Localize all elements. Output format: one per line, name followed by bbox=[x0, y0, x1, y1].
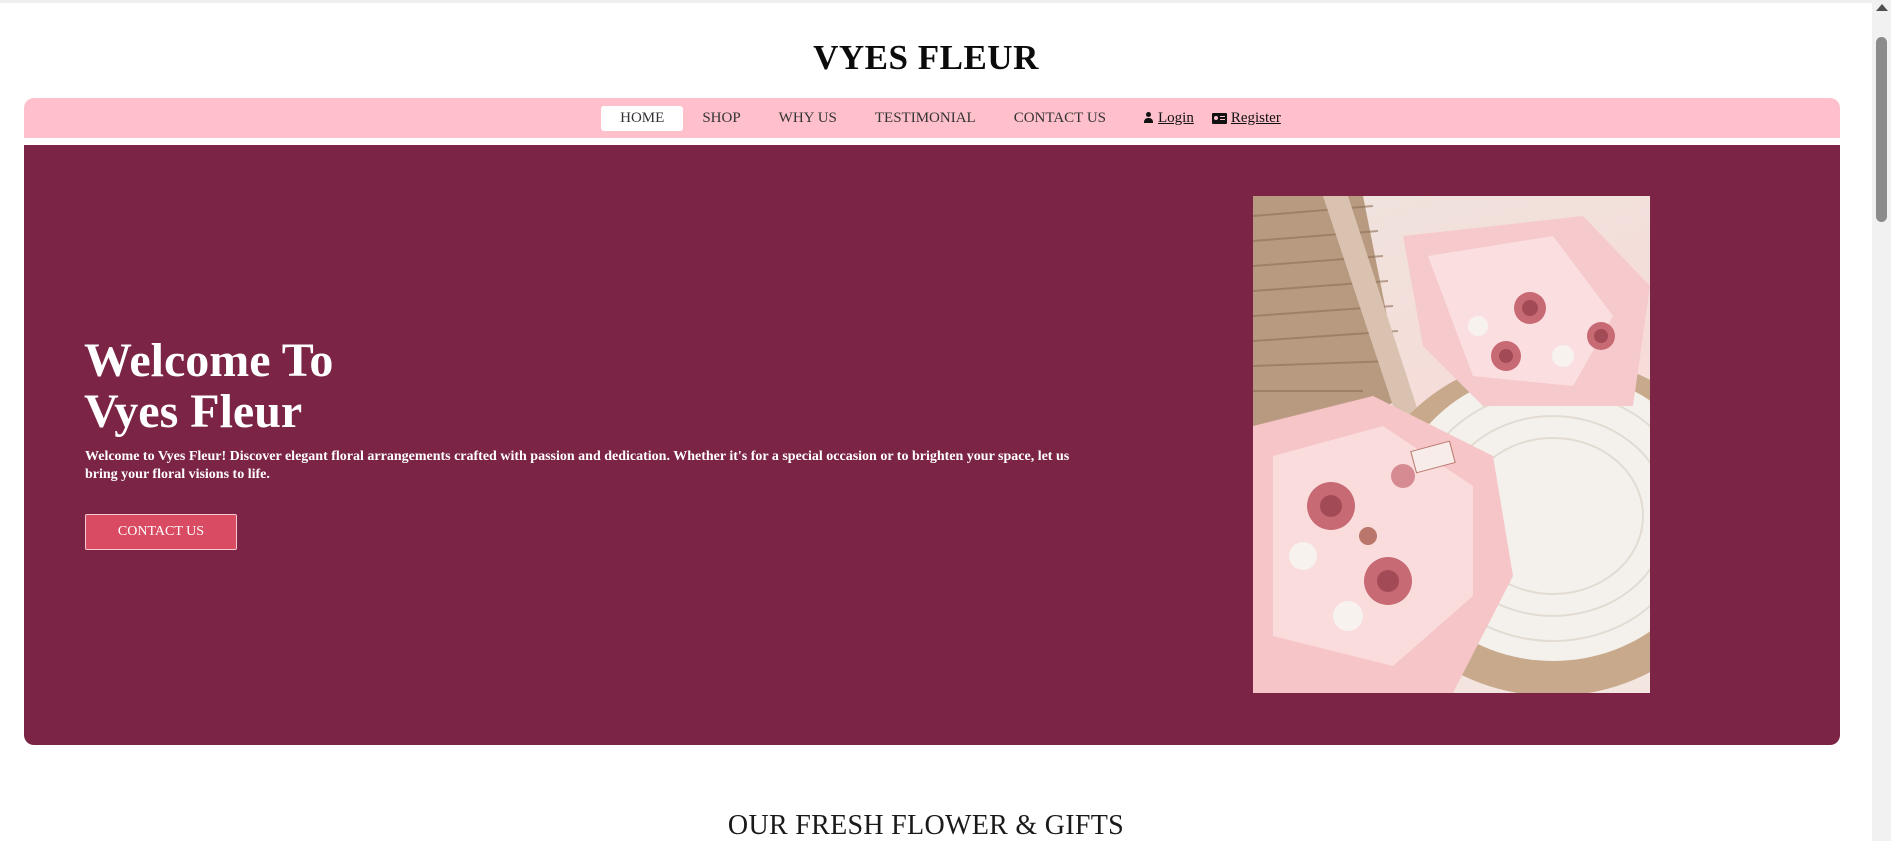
id-card-icon bbox=[1211, 112, 1227, 124]
scrollbar[interactable] bbox=[1872, 0, 1891, 841]
nav-contact-us[interactable]: CONTACT US bbox=[995, 106, 1125, 131]
nav-items: HOME SHOP WHY US TESTIMONIAL CONTACT US … bbox=[601, 105, 1281, 131]
section-title: OUR FRESH FLOWER & GIFTS bbox=[727, 810, 1125, 841]
bouquet-illustration bbox=[1253, 196, 1650, 693]
login-link[interactable]: Login bbox=[1143, 110, 1194, 127]
nav-shop[interactable]: SHOP bbox=[683, 106, 759, 131]
hero-description: Welcome to Vyes Fleur! Discover elegant … bbox=[85, 449, 1070, 482]
contact-us-button[interactable]: CONTACT US bbox=[85, 514, 237, 550]
brand-title: VYES FLEUR bbox=[813, 38, 1039, 77]
hero-title-line1: Welcome To bbox=[84, 334, 334, 387]
bouquet-image bbox=[1253, 196, 1650, 693]
scroll-thumb[interactable] bbox=[1876, 37, 1887, 222]
top-border bbox=[0, 0, 1872, 3]
nav-why-us[interactable]: WHY US bbox=[760, 106, 856, 131]
login-label: Login bbox=[1158, 109, 1194, 126]
register-link[interactable]: Register bbox=[1211, 109, 1281, 127]
user-icon bbox=[1143, 112, 1154, 124]
register-label: Register bbox=[1230, 109, 1281, 126]
scroll-up-arrow-icon[interactable] bbox=[1876, 4, 1888, 11]
nav-testimonial[interactable]: TESTIMONIAL bbox=[856, 106, 995, 131]
hero-title-line2: Vyes Fleur bbox=[84, 385, 303, 438]
hero-title: Welcome To Vyes Fleur bbox=[84, 335, 584, 437]
main-navbar: HOME SHOP WHY US TESTIMONIAL CONTACT US … bbox=[24, 98, 1840, 138]
hero-banner: Welcome To Vyes Fleur Welcome to Vyes Fl… bbox=[24, 145, 1840, 745]
nav-home[interactable]: HOME bbox=[601, 105, 684, 131]
